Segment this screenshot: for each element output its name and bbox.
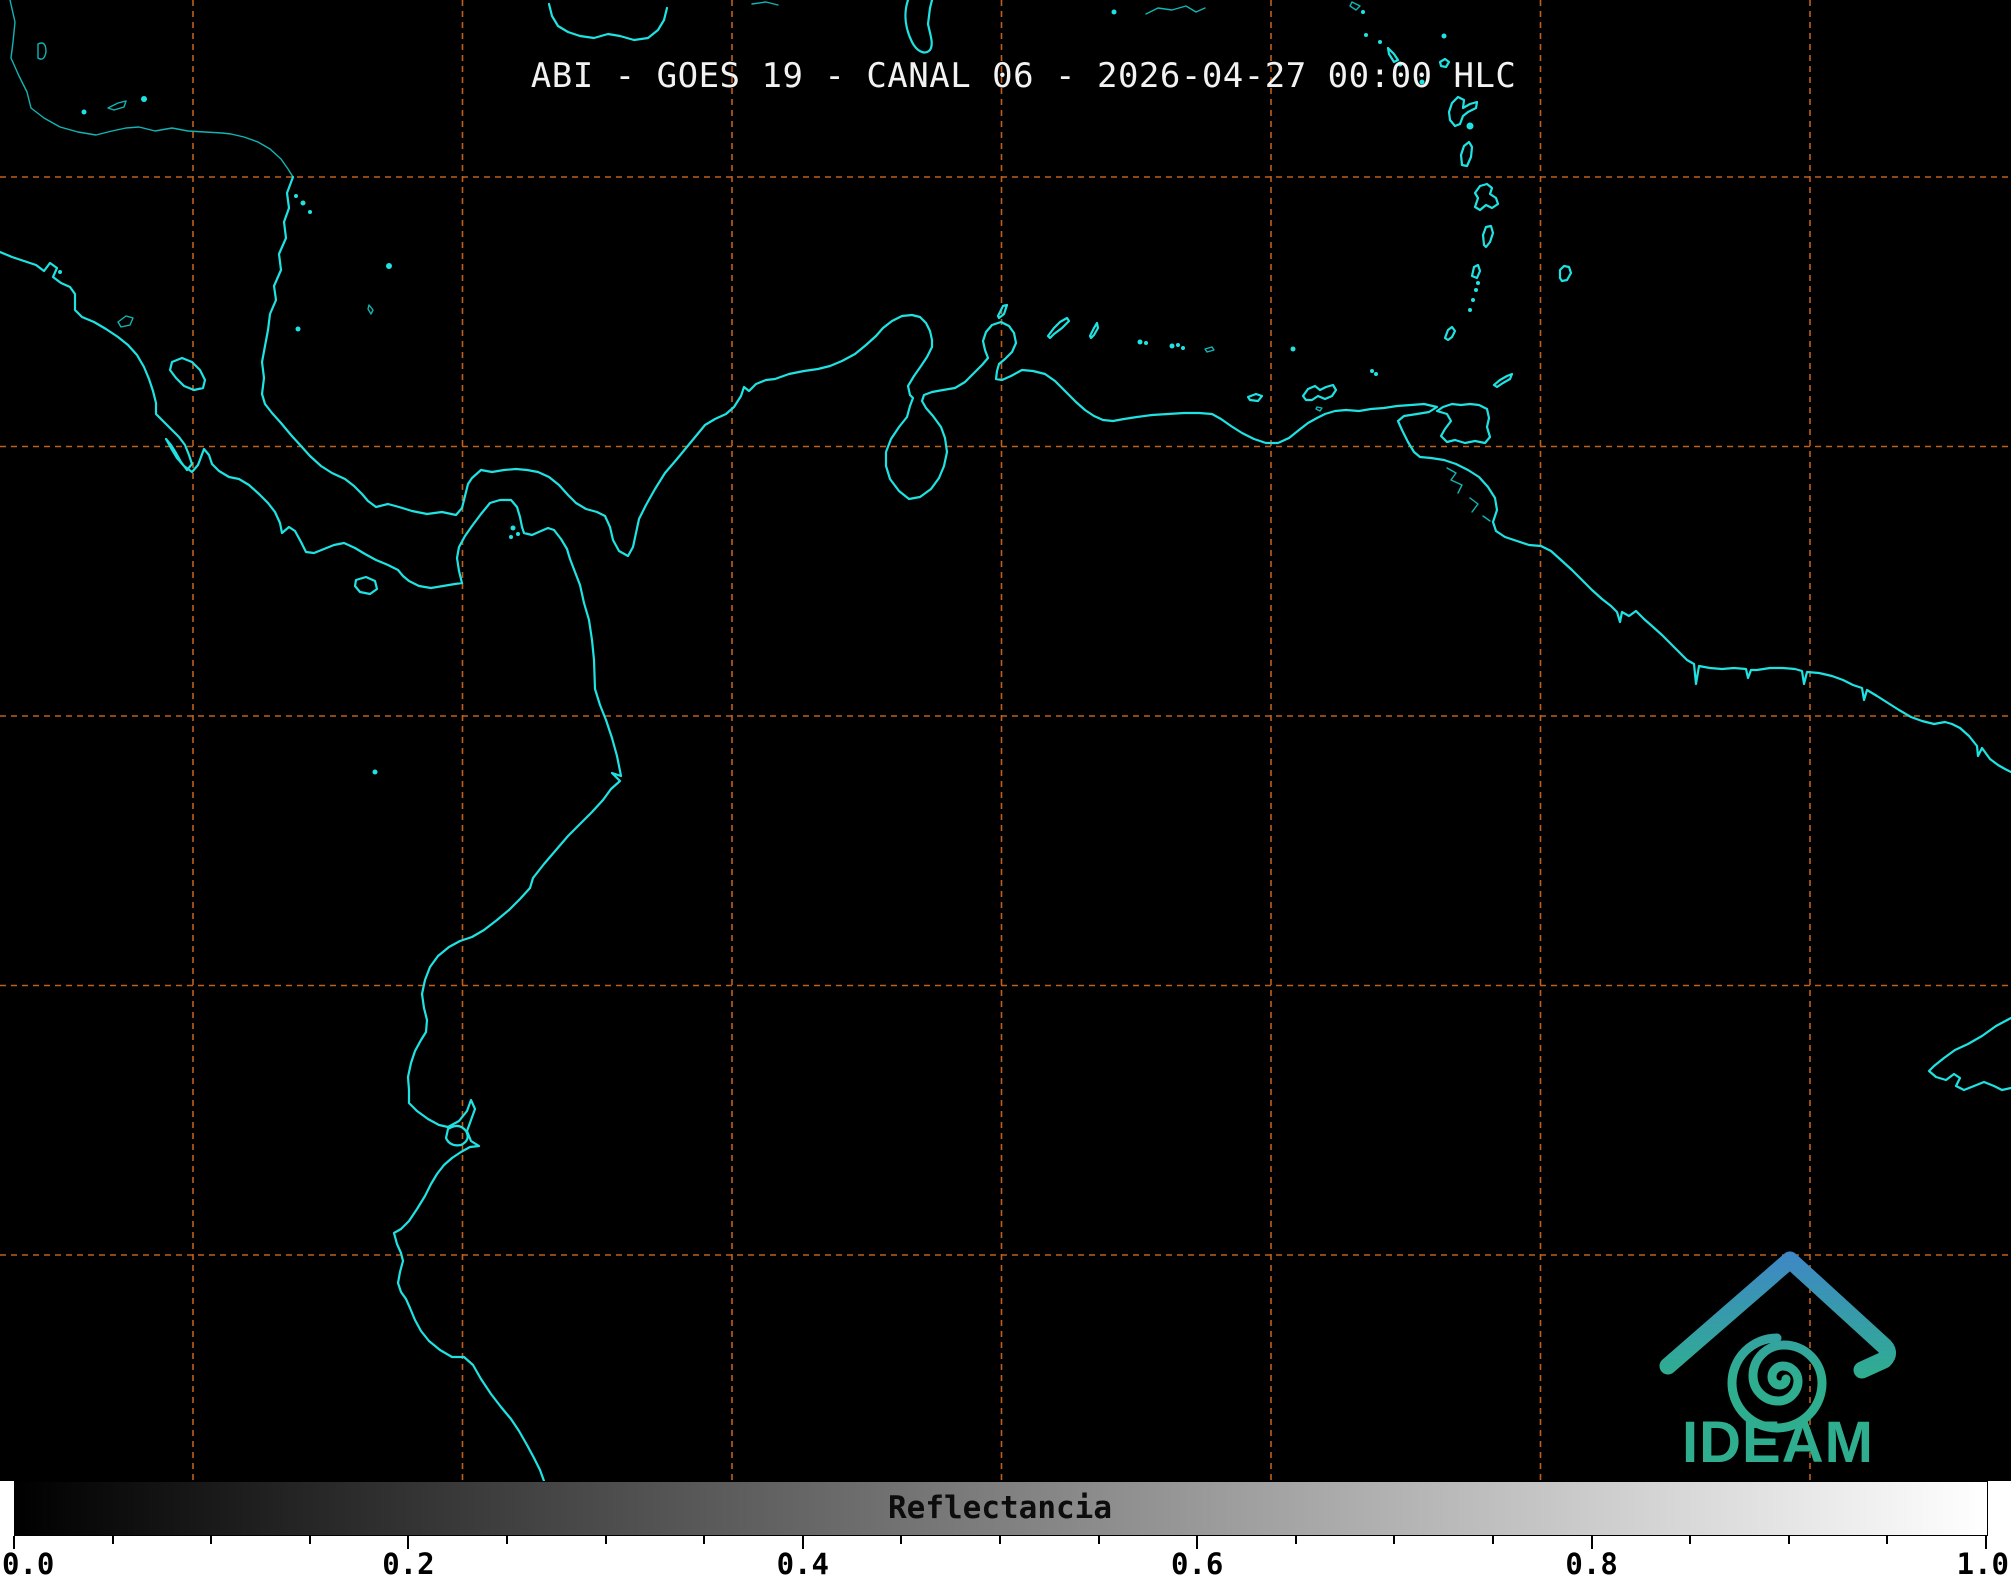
orinoco-delta-channels: [1446, 467, 1491, 522]
coastline-barahona-peninsula: [904, 0, 934, 54]
lake-nicaragua: [168, 356, 207, 392]
coastline-haiti-tip: [751, 1, 779, 6]
colorbar-tick-label: 0.0: [2, 1547, 55, 1581]
colorbar-minor-tick: [604, 1536, 607, 1544]
satellite-map: IDEAM ABI - GOES 19 - CANAL 06 - 2026-04…: [0, 0, 2011, 1481]
dominica-island: [1459, 140, 1474, 168]
utila-island: [81, 109, 87, 115]
mona-island: [1111, 9, 1117, 15]
las-perlas-island: [516, 532, 520, 536]
roatan-island: [107, 100, 127, 111]
puna-island: [444, 1124, 469, 1147]
map-title: ABI - GOES 19 - CANAL 06 - 2026-04-27 00…: [530, 56, 1517, 96]
margarita-island: [1301, 383, 1338, 402]
las-aves-islet: [1137, 339, 1143, 345]
colorbar-minor-tick: [1294, 1536, 1297, 1544]
trinidad-island: [1435, 402, 1492, 445]
la-orchila-island: [1204, 346, 1215, 353]
colorbar-minor-tick: [1787, 1536, 1790, 1544]
colorbar-minor-tick: [308, 1536, 311, 1544]
colorbar-tick-label: 0.6: [1170, 1547, 1224, 1581]
colorbar-tick-label: 1.0: [1956, 1547, 2009, 1581]
colorbar: Reflectancia: [0, 1481, 2011, 1536]
providencia-island: [386, 263, 392, 269]
colorbar-minor-tick: [1393, 1536, 1396, 1544]
guanaja-island: [141, 96, 147, 102]
colorbar-tick-label: 0.4: [776, 1547, 829, 1581]
colorbar-minor-tick: [1097, 1536, 1100, 1544]
miskito-cay: [300, 200, 306, 206]
roof-icon: [1659, 1251, 1896, 1379]
colorbar-minor-tick: [900, 1536, 903, 1544]
malpelo-island: [372, 769, 378, 775]
curacao-island: [1046, 316, 1071, 340]
lake-managua: [117, 315, 134, 328]
coche-island: [1315, 406, 1323, 412]
guadeloupe-island: [1447, 95, 1479, 128]
los-roques-islet: [1176, 343, 1180, 347]
fonseca-islet: [58, 270, 62, 274]
coiba-island: [353, 575, 379, 596]
aruba-island: [996, 303, 1009, 320]
las-perlas-island: [509, 535, 513, 539]
las-perlas-island: [510, 525, 516, 531]
colorbar-minor-tick: [111, 1536, 114, 1544]
colorbar-label: Reflectancia: [888, 1490, 1112, 1526]
grenadines-islet: [1468, 308, 1472, 312]
los-roques-islet: [1169, 343, 1175, 349]
coastline-belize-honduras: [9, 0, 294, 178]
st-barth-island: [1361, 10, 1365, 14]
la-blanquilla-island: [1290, 346, 1296, 352]
los-roques-islet: [1181, 346, 1185, 350]
barbuda-island: [1441, 33, 1447, 39]
colorbar-minor-tick: [1886, 1536, 1889, 1544]
colorbar-minor-tick: [210, 1536, 213, 1544]
bonaire-island: [1088, 321, 1100, 340]
coastline-jamaica: [547, 2, 669, 42]
corn-island: [295, 326, 301, 332]
colorbar-tick-label: 0.8: [1565, 1547, 1618, 1581]
grenadines-islet: [1471, 298, 1475, 302]
map-canvas: IDEAM: [0, 0, 2011, 1481]
miskito-cay: [294, 194, 298, 198]
st-vincent-island: [1470, 263, 1482, 280]
colorbar-tick-label: 0.2: [382, 1547, 435, 1581]
turneffe-islands: [37, 42, 47, 60]
coastline-amazon-mouth: [1927, 1016, 2011, 1092]
coastline-caribbean-mainland: [260, 175, 2011, 774]
colorbar-axis: 0.0 0.2 0.4 0.6 0.8 1.0: [0, 1536, 2011, 1581]
grenadines-islet: [1476, 281, 1480, 285]
los-testigos-islet: [1370, 369, 1374, 373]
barbados-island: [1558, 264, 1573, 283]
colorbar-minor-tick: [1689, 1536, 1692, 1544]
grenadines-islet: [1474, 288, 1478, 292]
los-testigos-islet: [1374, 372, 1378, 376]
la-tortuga-island: [1246, 392, 1264, 403]
miskito-cay: [308, 210, 312, 214]
las-aves-islet: [1144, 341, 1148, 345]
st-eustatius-island: [1378, 40, 1382, 44]
colorbar-minor-tick: [999, 1536, 1001, 1544]
colorbar-minor-tick: [1492, 1536, 1494, 1544]
saba-island: [1364, 33, 1368, 37]
marie-galante-island: [1466, 122, 1474, 130]
st-lucia-island: [1481, 224, 1495, 249]
san-andres-island: [367, 304, 374, 315]
st-martin-island: [1349, 1, 1361, 11]
martinique-island: [1473, 182, 1500, 212]
grenada-island: [1443, 325, 1457, 342]
graticule-grid: [0, 0, 2011, 1481]
coastline-puerto-rico-south: [1145, 5, 1206, 15]
colorbar-minor-tick: [506, 1536, 508, 1544]
tobago-island: [1492, 372, 1514, 389]
coastlines: [0, 0, 2011, 1481]
coastline-pacific: [0, 250, 623, 1481]
colorbar-minor-tick: [703, 1536, 706, 1544]
ideam-logo: IDEAM: [1659, 1251, 1896, 1475]
logo-text: IDEAM: [1682, 1410, 1874, 1475]
